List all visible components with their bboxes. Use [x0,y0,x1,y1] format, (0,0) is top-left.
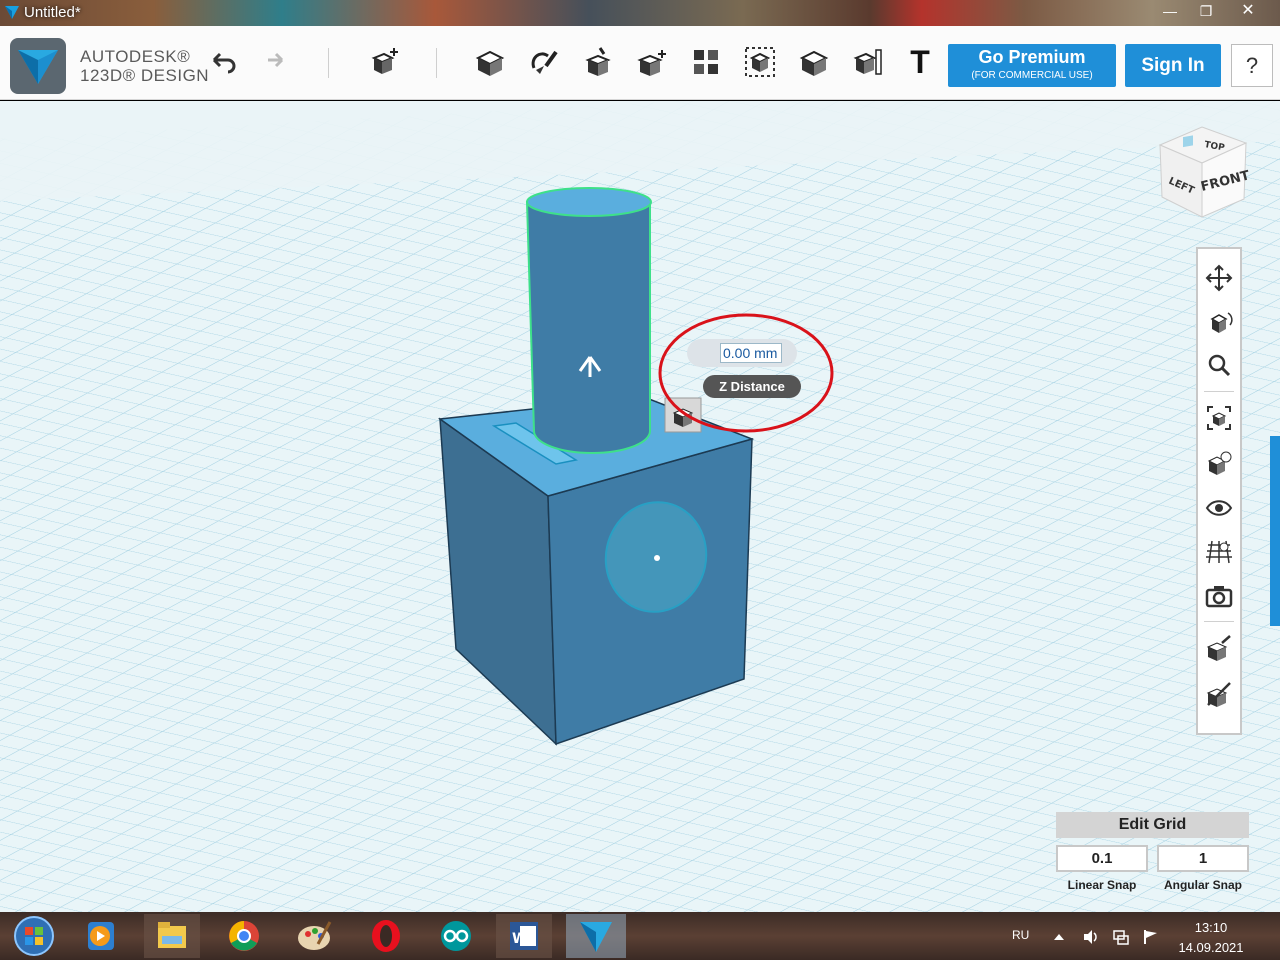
nav-separator [1204,391,1234,392]
123d-logo-icon[interactable] [10,38,66,94]
material-icon[interactable] [1204,633,1234,663]
123d-design-icon[interactable] [566,914,628,958]
hide-icon[interactable] [1204,679,1234,709]
svg-text:W: W [512,931,527,947]
grid-icon[interactable] [1204,537,1234,567]
undo-icon[interactable] [204,44,240,80]
minimize-button[interactable]: — [1150,0,1190,22]
screenshot-icon[interactable] [1204,581,1234,611]
action-center-icon[interactable] [1142,928,1160,946]
measure-icon[interactable] [850,44,886,80]
help-button[interactable]: ? [1231,44,1273,87]
sign-in-button[interactable]: Sign In [1125,44,1221,87]
view-cube[interactable]: TOP LEFT FRONT [1150,125,1254,221]
language-indicator[interactable]: RU [1012,928,1029,942]
word-icon[interactable]: W [494,914,554,958]
zoom-icon[interactable] [1204,351,1234,381]
side-panel-tab[interactable] [1270,436,1280,626]
fit-icon[interactable] [1204,403,1234,433]
chrome-icon[interactable] [214,914,274,958]
visibility-icon[interactable] [1204,493,1234,523]
navigation-bar [1196,247,1242,735]
toolbar-separator [436,48,437,78]
premium-label: Go Premium [978,47,1086,67]
modify-icon[interactable] [634,44,670,80]
edit-grid-button[interactable]: Edit Grid [1056,812,1249,838]
pattern-icon[interactable] [688,44,724,80]
explorer-icon[interactable] [142,914,202,958]
sketch-icon[interactable] [526,44,562,80]
go-premium-button[interactable]: Go Premium (FOR COMMERCIAL USE) [948,44,1116,87]
z-distance-label: Z Distance [703,375,801,398]
brand-line-1: AUTODESK® [80,47,191,66]
construct-icon[interactable] [580,44,616,80]
combine-icon[interactable] [796,44,832,80]
linear-snap-label: Linear Snap [1067,878,1137,892]
orbit-icon[interactable] [1204,307,1234,337]
text-icon[interactable]: T [902,44,938,80]
tray-arrow-icon[interactable] [1050,928,1068,946]
toolbar-separator [328,48,329,78]
nav-separator [1204,621,1234,622]
angular-snap-input[interactable]: 1 [1157,845,1249,872]
redo-icon[interactable] [256,44,292,80]
arduino-icon[interactable] [426,914,486,958]
view-icon[interactable] [1204,449,1234,479]
windows-taskbar: W RU 13:10 14.09.2021 [0,912,1280,960]
volume-icon[interactable] [1082,928,1100,946]
z-distance-input[interactable]: 0.00 mm [720,343,782,363]
premium-sublabel: (FOR COMMERCIAL USE) [971,70,1093,81]
scene-canvas[interactable] [0,101,1280,912]
app-logo-icon [5,6,19,19]
clock-date[interactable]: 14.09.2021 [1176,940,1246,955]
primitives-icon[interactable] [472,44,508,80]
media-player-icon[interactable] [70,914,130,958]
maximize-button[interactable]: ❐ [1186,0,1226,22]
cylinder-object[interactable] [525,187,652,454]
pan-icon[interactable] [1204,263,1234,293]
title-bar: Untitled* — ❐ ✕ [0,0,1280,26]
start-button[interactable] [4,914,64,958]
rotate-handle-icon[interactable] [664,397,702,433]
brand-line-2: 123D® DESIGN [80,66,210,85]
window-title: Untitled* [24,4,81,21]
clock-time[interactable]: 13:10 [1180,920,1242,935]
transform-icon[interactable] [366,44,402,80]
3d-viewport[interactable]: 0.00 mm Z Distance TOP LEFT FRONT Edit G… [0,101,1280,912]
linear-snap-input[interactable]: 0.1 [1056,845,1148,872]
network-icon[interactable] [1112,928,1130,946]
angular-snap-label: Angular Snap [1163,878,1242,892]
paint-icon[interactable] [284,914,344,958]
opera-icon[interactable] [356,914,416,958]
close-button[interactable]: ✕ [1224,0,1272,22]
grouping-icon[interactable] [742,44,778,80]
main-toolbar: AUTODESK® 123D® DESIGN T Go Premium (FOR… [0,26,1280,100]
